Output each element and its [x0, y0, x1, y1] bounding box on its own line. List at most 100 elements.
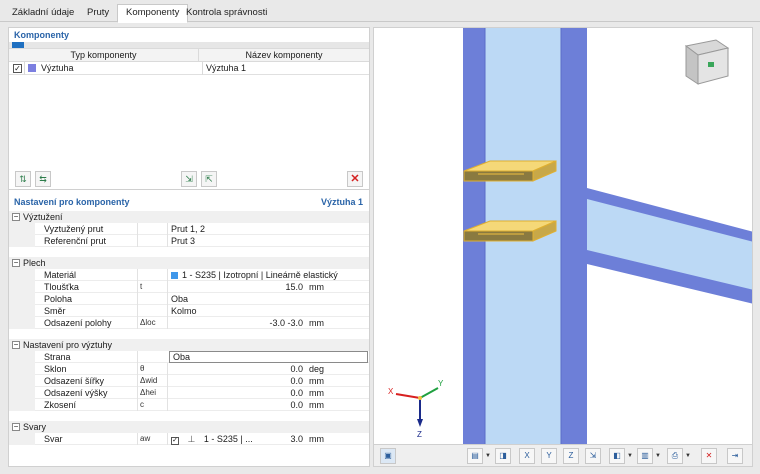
prop-label: Odsazení výšky — [44, 388, 108, 398]
weld-material[interactable]: 1 - S235 | ... — [204, 434, 253, 444]
prop-label: Směr — [44, 306, 66, 316]
prop-value[interactable]: 0.0 — [290, 375, 303, 387]
weld-settings[interactable]: ✓ ⊥ 1 - S235 | ... — [171, 433, 253, 445]
tab-members[interactable]: Pruty — [79, 5, 117, 22]
weld-type-icon[interactable]: ⊥ — [188, 434, 196, 444]
group-welds[interactable]: − Svary — [9, 421, 369, 433]
view-z-icon[interactable]: Z — [563, 448, 579, 464]
chevron-down-icon[interactable]: ▼ — [627, 453, 633, 459]
prop-label: Zkosení — [44, 400, 77, 410]
material-value[interactable]: 1 - S235 | Izotropní | Lineárně elastick… — [171, 269, 338, 281]
chevron-down-icon[interactable]: ▼ — [485, 453, 491, 459]
row-material[interactable]: Materiál 1 - S235 | Izotropní | Lineárně… — [9, 269, 369, 281]
component-color-swatch — [28, 64, 36, 72]
prop-value[interactable]: Kolmo — [171, 305, 197, 317]
viewport-toolbar: ▣ ▤ ▼ ◨ X Y Z ⇲ ◧ ▼ ▥ ▼ ⎙ ▼ ✕ ⇥ — [374, 444, 752, 466]
row-weld[interactable]: Svar aw ✓ ⊥ 1 - S235 | ... 3.0 mm — [9, 433, 369, 445]
row-chamfer[interactable]: Zkosení c 0.0 mm — [9, 399, 369, 411]
group-stiffener-settings[interactable]: − Nastavení pro výztuhy — [9, 339, 369, 351]
components-toolbar: ⇅ ⇆ ⇲ ⇱ ✕ — [9, 168, 369, 190]
view-iso-icon[interactable]: ⇲ — [585, 448, 601, 464]
prop-label: Vyztužený prut — [44, 224, 104, 234]
model-view-icon[interactable]: ◧ — [609, 448, 625, 464]
collapse-icon[interactable]: − — [12, 341, 20, 349]
column-flange-right — [561, 28, 587, 444]
chevron-down-icon[interactable]: ▼ — [685, 453, 691, 459]
row-reinforced-member[interactable]: Vyztužený prut Prut 1, 2 — [9, 223, 369, 235]
display-icon[interactable]: ▤ — [467, 448, 483, 464]
prop-label: Materiál — [44, 270, 77, 280]
navigation-cube[interactable] — [684, 39, 730, 85]
print-icon[interactable]: ⎙ — [667, 448, 683, 464]
row-checkbox[interactable]: ✓ — [13, 64, 22, 73]
prop-label: Svar — [44, 434, 63, 444]
row-position-offset[interactable]: Odsazení polohy Δloc -3.0 -3.0 mm — [9, 317, 369, 329]
settings-current-component: Výztuha 1 — [320, 197, 363, 207]
settings-title: Nastavení pro komponenty Výztuha 1 — [14, 197, 363, 207]
tab-basic-data[interactable]: Základní údaje — [4, 5, 82, 22]
group-label: Svary — [23, 422, 47, 432]
row-inclination[interactable]: Sklon θ 0.0 deg — [9, 363, 369, 375]
group-plate[interactable]: − Plech — [9, 257, 369, 269]
prop-value[interactable]: Prut 3 — [171, 235, 195, 247]
table-row[interactable]: ✓ Výztuha Výztuha 1 — [9, 62, 369, 75]
row-position[interactable]: Poloha Oba — [9, 293, 369, 305]
prop-value[interactable]: -3.0 -3.0 — [269, 317, 303, 329]
tab-validation[interactable]: Kontrola správnosti — [178, 5, 275, 22]
col-name-header[interactable]: Název komponenty — [199, 49, 369, 62]
weld-checkbox[interactable]: ✓ — [171, 437, 179, 445]
side-select[interactable]: Oba — [169, 351, 368, 363]
section-icon[interactable]: ▥ — [637, 448, 653, 464]
export-icon[interactable]: ⇥ — [727, 448, 743, 464]
prop-symbol: θ — [140, 364, 145, 373]
prop-symbol: t — [140, 282, 143, 291]
components-title: Komponenty — [14, 30, 69, 40]
axis-z-label: Z — [417, 430, 422, 439]
library-load-icon[interactable]: ⇲ — [181, 171, 197, 187]
prop-label: Odsazení polohy — [44, 318, 112, 328]
group-label: Nastavení pro výztuhy — [23, 340, 113, 350]
prop-value[interactable]: 0.0 — [290, 387, 303, 399]
row-side[interactable]: Strana Oba — [9, 351, 369, 363]
axis-y-label: Y — [438, 379, 444, 388]
group-label: Výztužení — [23, 212, 63, 222]
chevron-down-icon[interactable]: ▼ — [655, 453, 661, 459]
collapse-icon[interactable]: − — [12, 259, 20, 267]
view-y-icon[interactable]: Y — [541, 448, 557, 464]
row-direction[interactable]: Směr Kolmo — [9, 305, 369, 317]
axis-x-label: X — [388, 387, 394, 396]
prop-label: Tloušťka — [44, 282, 79, 292]
components-grid-header: Typ komponenty Název komponenty — [9, 48, 369, 62]
prop-unit: mm — [309, 388, 324, 398]
group-reinforcement[interactable]: − Výztužení — [9, 211, 369, 223]
prop-value[interactable]: Oba — [171, 293, 188, 305]
cell-divider — [24, 62, 25, 75]
prop-label: Sklon — [44, 364, 67, 374]
delete-icon[interactable]: ✕ — [347, 171, 363, 187]
view-x-icon[interactable]: X — [519, 448, 535, 464]
import-down-icon[interactable]: ⇆ — [35, 171, 51, 187]
prop-unit: mm — [309, 282, 324, 292]
import-up-icon[interactable]: ⇅ — [15, 171, 31, 187]
row-reference-member[interactable]: Referenční prut Prut 3 — [9, 235, 369, 247]
prop-unit: mm — [309, 400, 324, 410]
library-save-icon[interactable]: ⇱ — [201, 171, 217, 187]
reset-view-icon[interactable]: ✕ — [701, 448, 717, 464]
col-type-header[interactable]: Typ komponenty — [9, 49, 199, 62]
view-select-icon[interactable]: ▣ — [380, 448, 396, 464]
render-icon[interactable]: ◨ — [495, 448, 511, 464]
component-name[interactable]: Výztuha 1 — [202, 62, 369, 75]
row-thickness[interactable]: Tloušťka t 15.0 mm — [9, 281, 369, 293]
collapse-icon[interactable]: − — [12, 423, 20, 431]
prop-value[interactable]: 15.0 — [285, 281, 303, 293]
row-height-offset[interactable]: Odsazení výšky Δhei 0.0 mm — [9, 387, 369, 399]
model-render[interactable]: X Y Z — [374, 28, 753, 444]
prop-value[interactable]: 0.0 — [290, 399, 303, 411]
row-width-offset[interactable]: Odsazení šířky Δwid 0.0 mm — [9, 375, 369, 387]
prop-value[interactable]: 3.0 — [290, 433, 303, 445]
collapse-icon[interactable]: − — [12, 213, 20, 221]
prop-value[interactable]: Prut 1, 2 — [171, 223, 205, 235]
viewport-3d[interactable]: X Y Z ▣ ▤ ▼ ◨ X Y Z ⇲ ◧ ▼ ▥ ▼ ⎙ ▼ ✕ ⇥ — [373, 27, 753, 467]
prop-value[interactable]: 0.0 — [290, 363, 303, 375]
component-type: Výztuha — [41, 63, 74, 73]
